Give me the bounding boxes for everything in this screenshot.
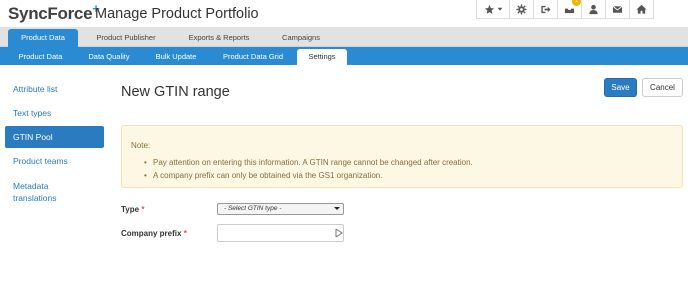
- note-list: Pay attention on entering this informati…: [144, 156, 473, 182]
- company-prefix-label: Company prefix *: [121, 229, 187, 238]
- required-marker: *: [141, 205, 145, 214]
- subtab-bulk-update[interactable]: Bulk Update: [146, 49, 206, 65]
- home-button[interactable]: [630, 0, 654, 19]
- gtin-type-selected-value: - Select GTIN type -: [224, 205, 282, 212]
- star-icon: [484, 4, 494, 14]
- toolbar: 1: [476, 0, 654, 19]
- sign-out-icon: [541, 5, 551, 13]
- note-box: Note: Pay attention on entering this inf…: [121, 125, 683, 188]
- user-button[interactable]: [582, 0, 606, 19]
- app-title: Manage Product Portfolio: [95, 6, 259, 22]
- note-item: A company prefix can only be obtained vi…: [144, 169, 473, 182]
- subtab-settings[interactable]: Settings: [297, 49, 347, 65]
- tab-product-publisher[interactable]: Product Publisher: [82, 29, 170, 47]
- sidebar-item-product-teams[interactable]: Product teams: [5, 156, 104, 166]
- note-item: Pay attention on entering this informati…: [144, 156, 473, 169]
- page-title: New GTIN range: [121, 84, 230, 100]
- inbox-button[interactable]: 1: [558, 0, 582, 19]
- caret-down-icon: [497, 7, 502, 11]
- settings-button[interactable]: [510, 0, 534, 19]
- inbox-badge: 1: [572, 0, 581, 6]
- home-icon: [636, 4, 647, 14]
- input-autofill-icon: [335, 228, 343, 238]
- tab-exports-reports[interactable]: Exports & Reports: [175, 29, 263, 47]
- secondary-nav: Product Data Data Quality Bulk Update Pr…: [0, 47, 688, 65]
- tab-product-data[interactable]: Product Data: [8, 29, 78, 47]
- sidebar-item-metadata-translations[interactable]: Metadata translations: [5, 180, 75, 204]
- primary-nav: Product Data Product Publisher Exports &…: [0, 27, 688, 47]
- envelope-icon: [612, 5, 623, 13]
- gear-icon: [516, 3, 527, 15]
- sign-out-button[interactable]: [534, 0, 558, 19]
- user-icon: [589, 4, 598, 14]
- favorites-dropdown-button[interactable]: [477, 0, 510, 19]
- note-title: Note:: [131, 141, 151, 150]
- subtab-product-data[interactable]: Product Data: [8, 49, 73, 65]
- top-bar: SyncForce+ Manage Product Portfolio 1: [0, 0, 688, 29]
- sidebar-item-attribute-list[interactable]: Attribute list: [5, 84, 104, 94]
- tab-campaigns[interactable]: Campaigns: [268, 29, 334, 47]
- sidebar-item-gtin-pool[interactable]: GTIN Pool: [5, 126, 104, 148]
- dropdown-arrow-icon: [334, 207, 340, 210]
- gtin-type-select[interactable]: - Select GTIN type -: [217, 203, 344, 215]
- messages-button[interactable]: [606, 0, 630, 19]
- cancel-button[interactable]: Cancel: [642, 78, 683, 97]
- required-marker: *: [183, 229, 187, 238]
- sidebar-item-text-types[interactable]: Text types: [5, 108, 104, 118]
- brand-logo[interactable]: SyncForce+: [8, 1, 100, 24]
- subtab-data-quality[interactable]: Data Quality: [81, 49, 137, 65]
- type-label: Type *: [121, 205, 145, 214]
- subtab-product-data-grid[interactable]: Product Data Grid: [216, 49, 290, 65]
- save-button[interactable]: Save: [604, 78, 637, 97]
- company-prefix-input[interactable]: [217, 224, 344, 242]
